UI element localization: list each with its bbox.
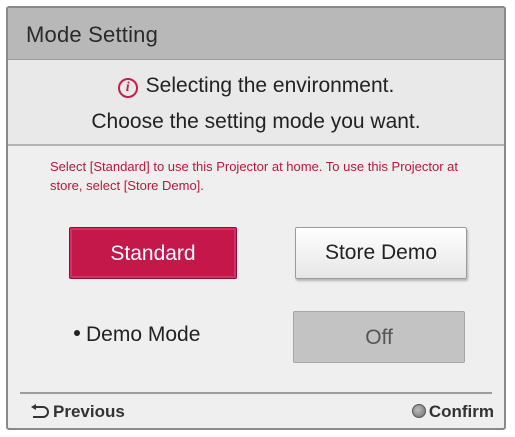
confirm-button[interactable]: Confirm xyxy=(411,402,494,422)
message-text-1: Selecting the environment. xyxy=(145,74,395,97)
confirm-label: Confirm xyxy=(428,402,494,421)
dialog-title: Mode Setting xyxy=(26,22,159,47)
bullet-icon xyxy=(74,330,80,336)
previous-button[interactable]: Previous xyxy=(30,402,125,422)
message-panel: i Selecting the environment. Choose the s… xyxy=(8,60,504,146)
return-arrow-icon xyxy=(30,403,50,418)
hint-text: Select [Standard] to use this Projector … xyxy=(50,159,459,193)
demo-mode-row-label: Demo Mode xyxy=(74,323,200,347)
title-bar: Mode Setting xyxy=(8,8,504,60)
demo-mode-toggle[interactable]: Off xyxy=(293,311,465,363)
demo-mode-label: Demo Mode xyxy=(86,323,201,346)
previous-label: Previous xyxy=(53,402,125,421)
message-line-2: Choose the setting mode you want. xyxy=(91,110,421,133)
store-demo-button[interactable]: Store Demo xyxy=(295,227,467,279)
ok-button-icon xyxy=(411,404,426,418)
footer-divider xyxy=(20,392,492,394)
standard-button[interactable]: Standard xyxy=(69,227,237,279)
message-line-1: i Selecting the environment. xyxy=(8,74,504,98)
info-icon: i xyxy=(117,78,138,98)
mode-setting-dialog: Mode Setting i Selecting the environment.… xyxy=(6,6,506,430)
